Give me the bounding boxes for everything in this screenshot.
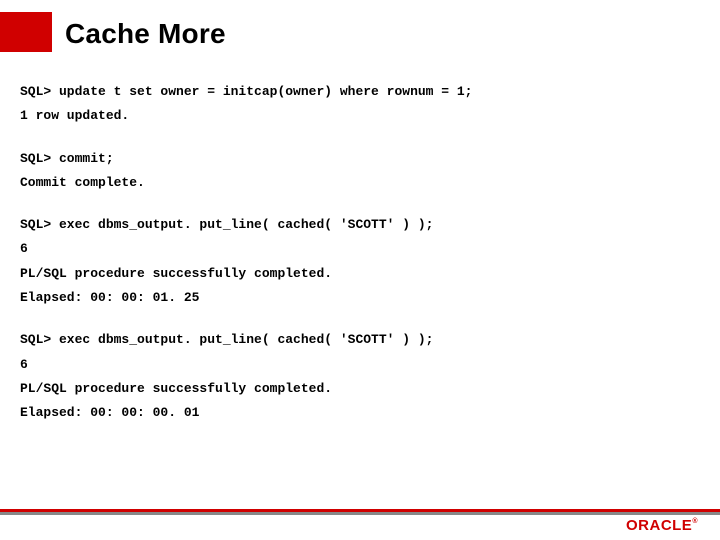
logo-text: ORACLE xyxy=(626,517,692,534)
slide-title: Cache More xyxy=(65,18,226,50)
spacer xyxy=(20,315,700,333)
footer-divider xyxy=(0,509,720,512)
code-line: SQL> commit; xyxy=(20,152,700,166)
code-line: PL/SQL procedure successfully completed. xyxy=(20,267,700,281)
code-line: SQL> update t set owner = initcap(owner)… xyxy=(20,85,700,99)
code-line: 1 row updated. xyxy=(20,109,700,123)
code-block: SQL> update t set owner = initcap(owner)… xyxy=(20,85,700,431)
code-line: SQL> exec dbms_output. put_line( cached(… xyxy=(20,333,700,347)
code-line: 6 xyxy=(20,242,700,256)
code-line: Elapsed: 00: 00: 01. 25 xyxy=(20,291,700,305)
slide: Cache More SQL> update t set owner = ini… xyxy=(0,0,720,540)
code-line: Elapsed: 00: 00: 00. 01 xyxy=(20,406,700,420)
code-line: Commit complete. xyxy=(20,176,700,190)
code-line: PL/SQL procedure successfully completed. xyxy=(20,382,700,396)
spacer xyxy=(20,134,700,152)
code-line: 6 xyxy=(20,358,700,372)
code-line: SQL> exec dbms_output. put_line( cached(… xyxy=(20,218,700,232)
spacer xyxy=(20,200,700,218)
oracle-logo: ORACLE® xyxy=(626,517,698,534)
logo-trademark: ® xyxy=(692,518,698,525)
accent-block xyxy=(0,12,52,52)
